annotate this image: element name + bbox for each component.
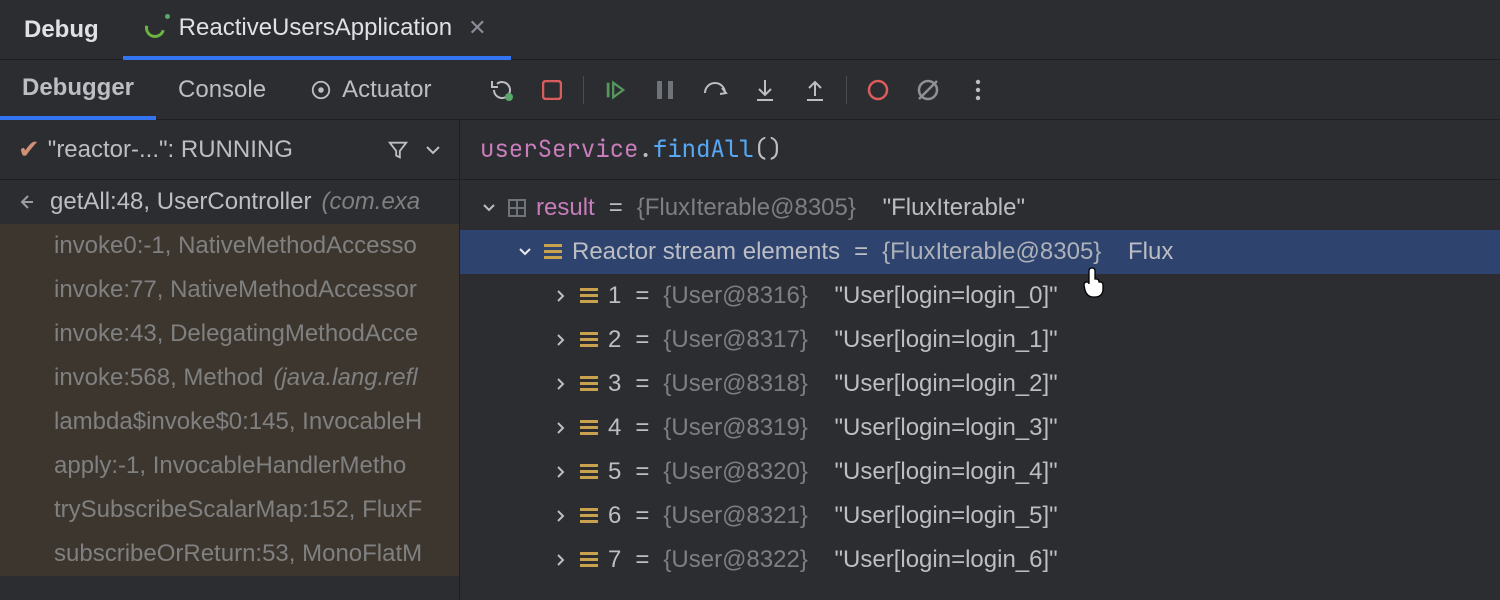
run-config-name: ReactiveUsersApplication: [179, 14, 452, 42]
stack-frame[interactable]: invoke:77, NativeMethodAccessor: [0, 268, 459, 312]
chevron-right-icon[interactable]: [552, 421, 570, 435]
tab-debugger[interactable]: Debugger: [0, 61, 156, 120]
stack-frame[interactable]: subscribeOrReturn:53, MonoFlatM: [0, 532, 459, 576]
array-icon: [580, 552, 598, 568]
view-breakpoints-button[interactable]: [853, 60, 903, 119]
result-node[interactable]: result = {FluxIterable@8305} "FluxIterab…: [460, 186, 1500, 230]
chevron-right-icon[interactable]: [552, 509, 570, 523]
stream-element[interactable]: 3 = {User@8318} "User[login=login_2]": [460, 362, 1500, 406]
stack-frame[interactable]: invoke0:-1, NativeMethodAccesso: [0, 224, 459, 268]
object-icon: [508, 199, 526, 217]
stack-frame[interactable]: lambda$invoke$0:145, InvocableH: [0, 400, 459, 444]
array-icon: [580, 464, 598, 480]
stack-frame[interactable]: apply:-1, InvocableHandlerMetho: [0, 444, 459, 488]
spring-boot-icon: [145, 16, 169, 40]
tab-actuator[interactable]: Actuator: [288, 76, 453, 104]
array-icon: [580, 288, 598, 304]
debugger-toolbar: Debugger Console Actuator: [0, 60, 1500, 120]
chevron-right-icon[interactable]: [552, 333, 570, 347]
array-icon: [580, 420, 598, 436]
resume-button[interactable]: [590, 60, 640, 119]
frames-list: getAll:48, UserController(com.exainvoke0…: [0, 180, 459, 576]
tool-window-title: Debug: [0, 16, 123, 44]
stack-frame[interactable]: getAll:48, UserController(com.exa: [0, 180, 459, 224]
thread-dropdown-icon[interactable]: [417, 144, 449, 156]
step-over-button[interactable]: [690, 60, 740, 119]
chevron-down-icon[interactable]: [480, 202, 498, 214]
array-icon: [580, 376, 598, 392]
filter-icon[interactable]: [387, 139, 409, 161]
stream-element[interactable]: 4 = {User@8319} "User[login=login_3]": [460, 406, 1500, 450]
array-icon: [580, 508, 598, 524]
stream-element[interactable]: 5 = {User@8320} "User[login=login_4]": [460, 450, 1500, 494]
chevron-right-icon[interactable]: [552, 465, 570, 479]
stack-frame[interactable]: invoke:568, Method (java.lang.refl: [0, 356, 459, 400]
chevron-right-icon[interactable]: [552, 553, 570, 567]
tab-console[interactable]: Console: [156, 60, 288, 119]
separator: [583, 76, 584, 104]
reactor-stream-node[interactable]: Reactor stream elements = {FluxIterable@…: [460, 230, 1500, 274]
chevron-right-icon[interactable]: [552, 377, 570, 391]
step-into-button[interactable]: [740, 60, 790, 119]
variables-panel: userService.findAll() result = {FluxIter…: [460, 120, 1500, 600]
run-config-tab[interactable]: ReactiveUsersApplication ✕: [123, 1, 511, 60]
chevron-right-icon[interactable]: [552, 289, 570, 303]
separator: [846, 76, 847, 104]
step-out-button[interactable]: [790, 60, 840, 119]
more-button[interactable]: [953, 60, 1003, 119]
stream-element[interactable]: 6 = {User@8321} "User[login=login_5]": [460, 494, 1500, 538]
rerun-button[interactable]: [477, 60, 527, 119]
evaluate-expression-field[interactable]: userService.findAll(): [460, 120, 1500, 180]
array-icon: [580, 332, 598, 348]
array-icon: [544, 244, 562, 260]
thread-status-icon: ✔: [18, 134, 40, 165]
thread-selector[interactable]: ✔ "reactor-...": RUNNING: [0, 120, 459, 180]
stack-frame[interactable]: trySubscribeScalarMap:152, FluxF: [0, 488, 459, 532]
actuator-icon: [310, 79, 332, 101]
pause-button[interactable]: [640, 60, 690, 119]
stream-element[interactable]: 1 = {User@8316} "User[login=login_0]": [460, 274, 1500, 318]
frames-panel: ✔ "reactor-...": RUNNING getAll:48, User…: [0, 120, 460, 600]
mute-breakpoints-button[interactable]: [903, 60, 953, 119]
chevron-down-icon[interactable]: [516, 246, 534, 258]
stream-element[interactable]: 2 = {User@8317} "User[login=login_1]": [460, 318, 1500, 362]
stack-frame[interactable]: invoke:43, DelegatingMethodAcce: [0, 312, 459, 356]
debug-title-bar: Debug ReactiveUsersApplication ✕: [0, 0, 1500, 60]
stop-button[interactable]: [527, 60, 577, 119]
variables-tree: result = {FluxIterable@8305} "FluxIterab…: [460, 180, 1500, 582]
drop-frame-icon: [20, 193, 40, 211]
stream-element[interactable]: 7 = {User@8322} "User[login=login_6]": [460, 538, 1500, 582]
close-tab-icon[interactable]: ✕: [462, 15, 492, 41]
